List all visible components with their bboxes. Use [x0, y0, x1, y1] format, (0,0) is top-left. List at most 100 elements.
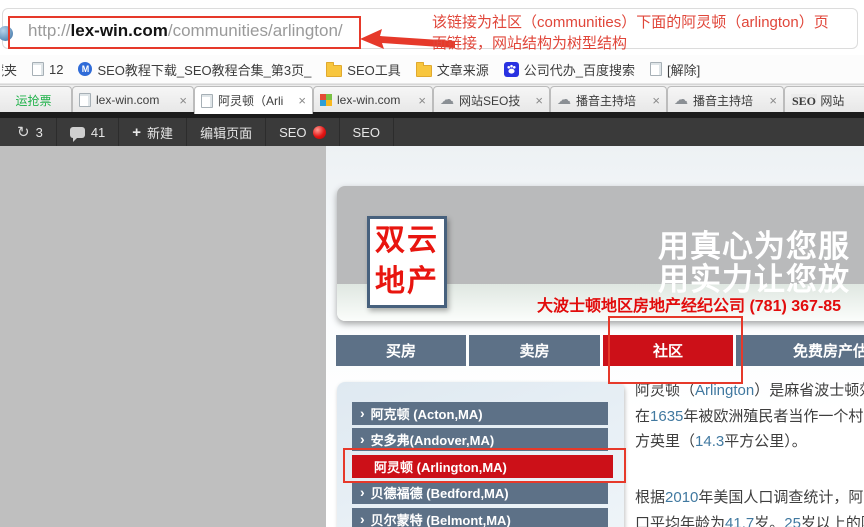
notification-dot-icon [313, 126, 326, 139]
tab-title: 阿灵顿（Arli [218, 92, 293, 109]
bookmark-label: 藏夹 [2, 60, 17, 79]
page-icon [650, 62, 662, 76]
company-tagline-phone: 大波士顿地区房地产经纪公司 (781) 367-85 [537, 292, 841, 316]
browser-tab[interactable]: 运抢票 [0, 86, 72, 113]
bookmark-item[interactable]: [解除] [650, 60, 700, 79]
tab-title: 运抢票 [2, 92, 65, 109]
annotation-url-box [8, 16, 361, 49]
browser-tab[interactable]: lex-win.com × [313, 86, 433, 113]
bookmark-item[interactable]: 文章来源 [416, 60, 489, 79]
adminbar-item[interactable]: ↻3 [4, 118, 57, 146]
bookmark-label: [解除] [667, 60, 700, 79]
annotation-note: 该链接为社区（communities）下面的阿灵顿（arlington）页 面链… [432, 12, 864, 54]
browser-window: http://lex-win.com/communities/arlington… [0, 0, 864, 527]
content-text-line: 口平均年龄为41.7岁。25岁以上的阿 [635, 511, 864, 527]
cloud-icon: ☁ [557, 93, 571, 107]
latin-text: Arlington [695, 382, 754, 399]
adminbar-item-label: 3 [36, 125, 43, 140]
nav-item-label: 买房 [386, 340, 416, 361]
tab-bar: 运抢票 lex-win.com × 阿灵顿（Arli × lex-win.com × ☁ 网站S… [0, 84, 864, 113]
admin-toolbar: ↻341+新建编辑页面SEOSEO [0, 118, 864, 146]
refresh-icon: ↻ [17, 125, 30, 140]
cloud-icon: ☁ [440, 93, 454, 107]
folder-icon [416, 65, 432, 77]
chevron-right-icon: › [360, 432, 365, 446]
plus-icon: + [132, 125, 141, 140]
bookmark-label: SEO工具 [347, 60, 400, 79]
bookmark-item[interactable]: 藏夹 [2, 60, 17, 79]
sidebar-community-item[interactable]: ›贝德福德 (Bedford,MA) [352, 481, 608, 504]
browser-tab[interactable]: SEO 网站 [784, 86, 864, 113]
tab-close-icon[interactable]: × [535, 94, 543, 107]
tab-title: 网站SEO技 [459, 92, 530, 109]
tab-close-icon[interactable]: × [298, 94, 306, 107]
adminbar-item[interactable]: + 新建 [119, 118, 187, 146]
bookmark-label: 文章来源 [437, 60, 489, 79]
content-text-line: 在1635年被欧洲殖民者当作一个村庄 [635, 404, 864, 430]
bookmark-item[interactable]: MSEO教程下载_SEO教程合集_第3页_ [78, 60, 311, 79]
browser-tab[interactable]: ☁播音主持培× [550, 86, 667, 113]
adminbar-item-label: 编辑页面 [200, 123, 252, 142]
chevron-right-icon: › [360, 406, 365, 420]
cn-text: 根据 [635, 489, 665, 506]
latin-text: 41.7 [725, 515, 754, 527]
browser-tab[interactable]: lex-win.com × [72, 86, 194, 113]
bookmark-item[interactable]: SEO工具 [326, 60, 400, 79]
sidebar-item-label: 贝德福德 (Bedford,MA) [371, 483, 509, 502]
browser-tab[interactable]: ☁播音主持培× [667, 86, 784, 113]
cn-text: 口平均年龄为 [635, 515, 725, 527]
adminbar-item[interactable]: SEO [340, 118, 394, 146]
content-text-line: 根据2010年美国人口调查统计，阿灵 [635, 485, 864, 511]
cn-text: 年被欧洲殖民者当作一个村庄 [683, 408, 864, 425]
tab-close-icon[interactable]: × [418, 94, 426, 107]
cn-text: 岁以上的阿 [801, 515, 864, 527]
page-icon [201, 94, 213, 108]
browser-tab[interactable]: 阿灵顿（Arli × [194, 86, 313, 114]
annotation-sidebar-box [343, 448, 626, 483]
latin-text: 25 [784, 515, 801, 527]
nav-item-label: 免费房产估价 [793, 340, 864, 361]
nav-item-label: 卖房 [519, 340, 549, 361]
adminbar-item-label: SEO [353, 125, 380, 140]
sidebar-community-item[interactable]: › 贝尔蒙特 (Belmont,MA) [352, 508, 608, 527]
adminbar-item[interactable]: 编辑页面 [187, 118, 266, 146]
sidebar-item-label: 贝尔蒙特 (Belmont,MA) [371, 510, 511, 527]
cn-text: 年美国人口调查统计，阿灵 [698, 489, 864, 506]
page-outer-background [0, 146, 326, 527]
adminbar-item[interactable]: 41 [57, 118, 119, 146]
bookmark-label: SEO教程下载_SEO教程合集_第3页_ [97, 60, 311, 79]
chevron-right-icon: › [360, 512, 365, 526]
nav-item[interactable]: 免费房产估价 [736, 335, 864, 366]
adminbar-item[interactable]: SEO [266, 118, 339, 146]
comment-icon [70, 127, 85, 138]
browser-tab[interactable]: ☁ 网站SEO技 × [433, 86, 550, 113]
cn-text: 在 [635, 408, 650, 425]
tab-close-icon[interactable]: × [652, 94, 660, 107]
sidebar-item-label: 阿克顿 (Acton,MA) [371, 404, 483, 423]
bookmark-item[interactable]: 公司代办_百度搜索 [504, 60, 635, 79]
adminbar-item-label: SEO [279, 125, 306, 140]
cn-text: 阿灵顿（ [635, 382, 695, 399]
content-paragraph-1: 阿灵顿（Arlington）是麻省波士顿郊在1635年被欧洲殖民者当作一个村庄方… [635, 378, 864, 455]
nav-item[interactable]: 买房 [336, 335, 466, 366]
adminbar-item-label: 新建 [147, 123, 173, 142]
tab-close-icon[interactable]: × [179, 94, 187, 107]
bookmark-item[interactable]: 12 [32, 62, 63, 77]
latin-text: 2010 [665, 489, 698, 506]
nav-item[interactable]: 卖房 [469, 335, 600, 366]
tab-title: lex-win.com [337, 93, 413, 107]
annotation-note-line-1: 该链接为社区（communities）下面的阿灵顿（arlington）页 [432, 12, 864, 33]
tab-close-icon[interactable]: × [769, 94, 777, 107]
latin-text: 14.3 [695, 433, 724, 450]
sidebar-community-item[interactable]: › 阿克顿 (Acton,MA) [352, 402, 608, 425]
tab-title: lex-win.com [96, 93, 174, 107]
baidu-paw-icon [504, 62, 519, 77]
folder-icon [326, 65, 342, 77]
annotation-nav-box [608, 316, 743, 384]
content-text-line: 方英里（14.3平方公里）。 [635, 429, 864, 455]
annotation-note-line-2: 面链接，网站结构为树型结构 [432, 33, 864, 54]
site-logo[interactable]: 双云 地产 [367, 216, 447, 308]
logo-line-1: 双云 [370, 220, 444, 261]
logo-line-2: 地产 [370, 261, 444, 302]
page-icon [79, 93, 91, 107]
